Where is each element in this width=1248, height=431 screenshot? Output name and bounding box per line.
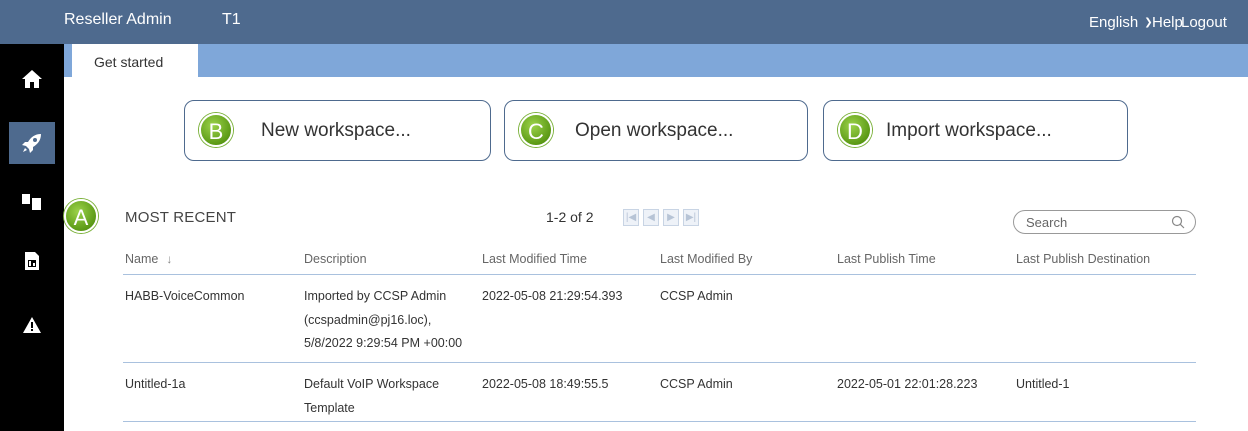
home-icon	[22, 70, 42, 88]
column-header-last-publish-time[interactable]: Last Publish Time	[837, 252, 936, 266]
column-header-last-modified-time[interactable]: Last Modified Time	[482, 252, 587, 266]
cell-last-modified-time: 2022-05-08 21:29:54.393	[482, 289, 623, 303]
pager-first-button[interactable]: |◀	[623, 209, 639, 226]
callout-badge-c: C	[519, 113, 553, 147]
new-workspace-label: New workspace...	[261, 120, 411, 141]
left-nav	[0, 44, 64, 431]
nav-home[interactable]	[11, 58, 53, 100]
import-workspace-button[interactable]: D Import workspace...	[823, 100, 1128, 161]
cell-description: Imported by CCSP Admin (ccspadmin@pj16.l…	[304, 289, 463, 350]
search-box	[1013, 210, 1196, 234]
nav-reports[interactable]	[11, 240, 53, 282]
next-page-icon: ▶	[667, 212, 675, 223]
search-input[interactable]	[1026, 214, 1166, 230]
tab-get-started[interactable]: Get started	[72, 44, 198, 77]
pager-prev-button[interactable]: ◀	[643, 209, 659, 226]
cell-last-modified-by: CCSP Admin	[660, 377, 733, 391]
prev-page-icon: ◀	[647, 212, 655, 223]
table-row[interactable]: HABB-VoiceCommon Imported by CCSP Admin …	[123, 275, 1196, 363]
warning-icon	[23, 317, 41, 333]
sort-desc-icon: ↓	[166, 252, 173, 266]
report-icon	[25, 252, 39, 270]
search-icon[interactable]	[1171, 215, 1185, 229]
first-page-icon: |◀	[625, 212, 637, 223]
recent-workspaces-table: Name ↓ Description Last Modified Time Las…	[123, 246, 1196, 422]
cell-last-modified-by: CCSP Admin	[660, 289, 733, 303]
section-title: MOST RECENT	[125, 209, 237, 226]
callout-badge-d: D	[838, 113, 872, 147]
language-label: English	[1089, 14, 1139, 31]
table-row[interactable]: Untitled-1a Default VoIP Workspace Templ…	[123, 363, 1196, 422]
column-header-last-modified-by[interactable]: Last Modified By	[660, 252, 752, 266]
nav-documents[interactable]	[11, 181, 53, 223]
nav-get-started[interactable]	[9, 122, 55, 164]
new-workspace-button[interactable]: B New workspace...	[184, 100, 491, 161]
nav-alerts[interactable]	[11, 304, 53, 346]
logout-link[interactable]: Logout	[1181, 14, 1227, 31]
cell-name: Untitled-1a	[125, 377, 186, 391]
last-page-icon: ▶|	[685, 212, 697, 223]
app-title: Reseller Admin	[64, 11, 172, 28]
open-workspace-button[interactable]: C Open workspace...	[504, 100, 808, 161]
cell-description: Default VoIP Workspace Template	[304, 377, 440, 415]
import-workspace-label: Import workspace...	[886, 120, 1052, 141]
table-header: Name ↓ Description Last Modified Time Las…	[123, 246, 1196, 275]
cell-name: HABB-VoiceCommon	[125, 289, 245, 303]
column-header-description[interactable]: Description	[304, 252, 476, 266]
cell-last-publish-destination: Untitled-1	[1016, 377, 1070, 391]
column-header-name[interactable]: Name ↓	[125, 252, 172, 266]
open-workspace-label: Open workspace...	[575, 120, 734, 141]
cell-last-publish-time: 2022-05-01 22:01:28.223	[837, 377, 978, 391]
column-header-last-publish-destination[interactable]: Last Publish Destination	[1016, 252, 1150, 266]
documents-icon	[22, 194, 41, 210]
cell-last-modified-time: 2022-05-08 18:49:55.5	[482, 377, 609, 391]
rocket-icon	[22, 134, 41, 153]
callout-badge-b: B	[199, 113, 233, 147]
pager-last-button[interactable]: ▶|	[683, 209, 699, 226]
pager-next-button[interactable]: ▶	[663, 209, 679, 226]
top-bar: Reseller Admin T1 English ❯ Help Logout	[0, 0, 1248, 44]
callout-badge-a: A	[64, 199, 98, 233]
tab-strip: Get started	[64, 44, 1248, 77]
language-selector[interactable]: English ❯	[1089, 14, 1153, 31]
pager-status: 1-2 of 2	[546, 209, 594, 225]
tenant-name: T1	[222, 11, 241, 28]
help-link[interactable]: Help	[1152, 14, 1183, 31]
